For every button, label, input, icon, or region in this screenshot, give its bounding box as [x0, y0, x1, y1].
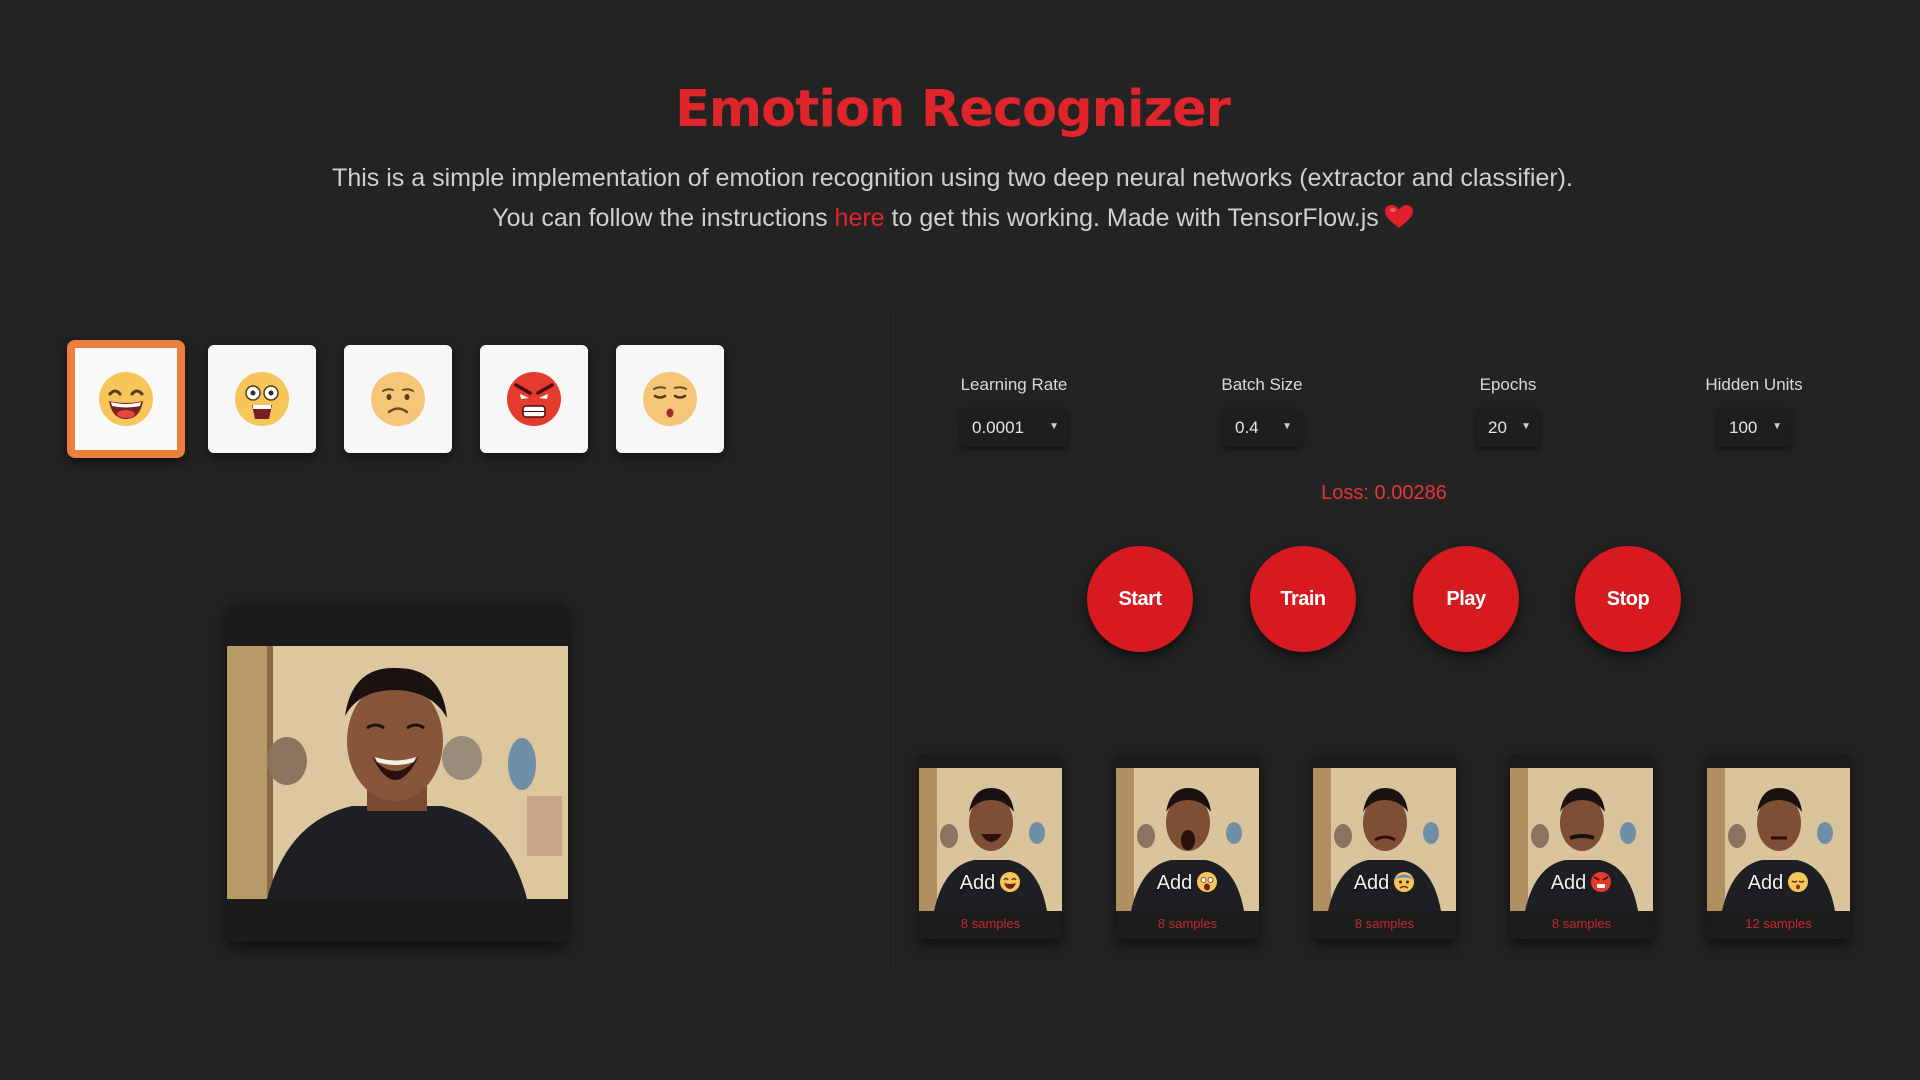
sample-count: 12 samples — [1745, 916, 1812, 931]
start-button[interactable]: Start — [1087, 546, 1193, 652]
add-sample-label: Add — [1707, 871, 1850, 899]
add-text: Add — [1747, 872, 1784, 894]
epochs-value: 20 — [1488, 418, 1507, 437]
sample-card-angry[interactable]: Add 8 samples — [1510, 754, 1653, 939]
hidden-units-value: 100 — [1729, 418, 1758, 437]
webcam-video — [227, 646, 568, 899]
loss-display: Loss: 0.00286 — [1321, 482, 1447, 504]
tired-face-icon — [643, 372, 697, 426]
learning-rate-label: Learning Rate — [960, 375, 1068, 394]
hidden-units-control: Hidden Units 100 ▼ — [1690, 375, 1818, 447]
fearful-emoji-icon — [1393, 871, 1415, 899]
sample-card-neutral[interactable]: Add 12 samples — [1707, 754, 1850, 939]
add-text: Add — [1550, 872, 1587, 894]
play-button[interactable]: Play — [1413, 546, 1519, 652]
chevron-down-icon: ▼ — [1282, 421, 1292, 432]
webcam-card — [227, 604, 568, 942]
emotion-recognizer-page: Emotion Recognizer This is a simple impl… — [0, 0, 1920, 1080]
emotion-card-neutral[interactable] — [616, 345, 724, 453]
intro-line-2-end: to get this working. Made with TensorFlo… — [884, 204, 1379, 232]
epochs-control: Epochs 20 ▼ — [1460, 375, 1556, 447]
sad-face-icon — [371, 372, 425, 426]
sample-card-happy[interactable]: Add 8 samples — [919, 754, 1062, 939]
tired-emoji-icon — [1787, 871, 1809, 899]
intro-line-2: You can follow the instructions here to … — [0, 198, 1905, 241]
add-sample-label: Add — [1510, 871, 1653, 899]
epochs-select[interactable]: 20 ▼ — [1476, 409, 1540, 447]
batch-size-control: Batch Size 0.4 ▼ — [1200, 375, 1324, 447]
learning-rate-value: 0.0001 — [972, 418, 1024, 437]
chevron-down-icon: ▼ — [1772, 421, 1782, 432]
train-button[interactable]: Train — [1250, 546, 1356, 652]
add-sample-label: Add — [919, 871, 1062, 899]
angry-face-icon — [507, 372, 561, 426]
sample-count: 8 samples — [1354, 916, 1415, 931]
batch-size-select[interactable]: 0.4 ▼ — [1223, 409, 1301, 447]
sample-count: 8 samples — [960, 916, 1021, 931]
angry-emoji-icon — [1590, 871, 1612, 899]
learning-rate-select[interactable]: 0.0001 ▼ — [960, 409, 1068, 447]
learning-rate-control: Learning Rate 0.0001 ▼ — [940, 375, 1088, 447]
intro-line-2-start: You can follow the instructions — [492, 204, 835, 232]
batch-size-value: 0.4 — [1235, 418, 1259, 437]
sample-count: 8 samples — [1551, 916, 1612, 931]
column-divider — [893, 310, 894, 970]
instructions-link[interactable]: here — [835, 204, 885, 232]
stop-button[interactable]: Stop — [1575, 546, 1681, 652]
add-sample-label: Add — [1116, 871, 1259, 899]
laughing-emoji-icon — [999, 871, 1021, 899]
sample-count: 8 samples — [1157, 916, 1218, 931]
laughing-face-icon — [99, 372, 153, 426]
hidden-units-label: Hidden Units — [1705, 375, 1803, 394]
emotion-card-happy[interactable] — [67, 340, 185, 458]
chevron-down-icon: ▼ — [1521, 421, 1531, 432]
shocked-emoji-icon — [1196, 871, 1218, 899]
page-title: Emotion Recognizer — [675, 80, 1231, 139]
hidden-units-select[interactable]: 100 ▼ — [1717, 409, 1791, 447]
add-text: Add — [959, 872, 996, 894]
shocked-face-icon — [235, 372, 289, 426]
add-text: Add — [1156, 872, 1193, 894]
chevron-down-icon: ▼ — [1049, 421, 1059, 432]
sample-card-sad[interactable]: Add 8 samples — [1313, 754, 1456, 939]
add-text: Add — [1353, 872, 1390, 894]
intro-text: This is a simple implementation of emoti… — [0, 158, 1905, 241]
epochs-label: Epochs — [1479, 375, 1537, 394]
intro-line-1: This is a simple implementation of emoti… — [332, 164, 1573, 192]
add-sample-label: Add — [1313, 871, 1456, 899]
batch-size-label: Batch Size — [1221, 375, 1303, 394]
emotion-card-angry[interactable] — [480, 345, 588, 453]
sample-card-surprised[interactable]: Add 8 samples — [1116, 754, 1259, 939]
emotion-card-sad[interactable] — [344, 345, 452, 453]
emotion-card-surprised[interactable] — [208, 345, 316, 453]
webcam-frame-image — [227, 646, 568, 899]
heart-icon — [1384, 201, 1413, 241]
